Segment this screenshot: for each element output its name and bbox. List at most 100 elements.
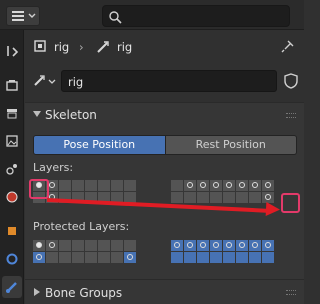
layer-toggle[interactable] — [85, 252, 97, 263]
layer-toggle[interactable] — [85, 180, 97, 191]
drag-grip-icon[interactable] — [286, 290, 296, 295]
armature-browse-icon — [34, 75, 56, 86]
editor-type-button[interactable] — [6, 6, 40, 26]
layer-toggle[interactable] — [124, 180, 136, 191]
layer-toggle[interactable] — [46, 252, 58, 263]
expand-caret-icon — [33, 111, 41, 117]
tab-modifiers[interactable] — [2, 248, 22, 270]
fake-user-shield-icon[interactable] — [281, 72, 301, 90]
context-data-name: rig — [117, 40, 133, 54]
layer-toggle[interactable] — [98, 180, 110, 191]
tab-world[interactable] — [2, 186, 22, 208]
layer-dot-icon — [213, 182, 219, 188]
layer-toggle[interactable] — [249, 252, 261, 263]
layer-dot-icon — [252, 242, 258, 248]
layer-toggle[interactable] — [197, 180, 209, 191]
rest-position-button[interactable]: Rest Position — [165, 135, 297, 155]
layer-toggle[interactable] — [33, 240, 45, 251]
layer-toggle[interactable] — [197, 240, 209, 251]
layer-dot-icon — [226, 182, 232, 188]
tab-tool[interactable] — [2, 40, 22, 62]
annotation-arrow-head — [265, 202, 281, 217]
layer-toggle[interactable] — [46, 240, 58, 251]
pose-position-button[interactable]: Pose Position — [33, 135, 166, 155]
layer-toggle[interactable] — [197, 252, 209, 263]
layer-toggle[interactable] — [184, 180, 196, 191]
armature-data-icon — [6, 282, 17, 293]
armature-browse-button[interactable] — [31, 70, 59, 92]
layer-toggle[interactable] — [85, 240, 97, 251]
layer-toggle[interactable] — [249, 192, 261, 203]
pin-icon[interactable] — [281, 39, 295, 53]
tab-output[interactable] — [2, 102, 22, 124]
layer-toggle[interactable] — [124, 240, 136, 251]
layer-toggle[interactable] — [262, 252, 274, 263]
layer-toggle[interactable] — [262, 240, 274, 251]
layer-toggle[interactable] — [236, 192, 248, 203]
layer-toggle[interactable] — [223, 252, 235, 263]
protected-layers-label: Protected Layers: — [33, 220, 130, 233]
layer-toggle[interactable] — [236, 240, 248, 251]
layer-toggle[interactable] — [197, 192, 209, 203]
layer-toggle[interactable] — [223, 180, 235, 191]
drag-grip-icon[interactable] — [286, 113, 296, 118]
layer-toggle[interactable] — [210, 252, 222, 263]
layer-toggle[interactable] — [223, 192, 235, 203]
layer-toggle[interactable] — [124, 252, 136, 263]
layer-toggle[interactable] — [223, 240, 235, 251]
layer-toggle[interactable] — [59, 252, 71, 263]
layer-toggle[interactable] — [72, 180, 84, 191]
scene-icon — [6, 164, 17, 175]
properties-tabs-sidebar — [0, 30, 24, 304]
bone-groups-panel[interactable]: Bone Groups — [25, 279, 304, 304]
layer-dot-icon — [200, 182, 206, 188]
layer-dot-icon — [239, 182, 245, 188]
layer-dot-icon — [252, 182, 258, 188]
layer-toggle[interactable] — [111, 240, 123, 251]
layer-toggle[interactable] — [111, 180, 123, 191]
layer-dot-icon — [213, 242, 219, 248]
layer-dot-icon — [265, 182, 271, 188]
layer-toggle[interactable] — [210, 240, 222, 251]
layer-toggle[interactable] — [210, 192, 222, 203]
skeleton-panel-header[interactable]: Skeleton — [25, 103, 304, 127]
datablock-selector: rig — [31, 70, 303, 92]
layer-dot-icon — [174, 242, 180, 248]
layer-dot-icon — [265, 194, 271, 200]
layer-toggle[interactable] — [249, 240, 261, 251]
layer-toggle[interactable] — [33, 252, 45, 263]
layer-dot-icon — [187, 182, 193, 188]
skeleton-panel-title: Skeleton — [45, 108, 97, 122]
layer-toggle[interactable] — [262, 180, 274, 191]
render-icon — [6, 80, 18, 91]
context-object-name: rig — [54, 40, 70, 54]
tab-view-layer[interactable] — [2, 130, 22, 152]
layer-toggle[interactable] — [184, 252, 196, 263]
tab-scene[interactable] — [2, 158, 22, 180]
armature-name-field[interactable]: rig — [61, 70, 277, 92]
tab-armature-data[interactable] — [2, 276, 22, 298]
layer-dot-icon — [200, 242, 206, 248]
layer-toggle[interactable] — [249, 180, 261, 191]
layer-toggle[interactable] — [236, 180, 248, 191]
search-input[interactable] — [102, 5, 290, 27]
search-icon — [109, 11, 122, 24]
layer-toggle[interactable] — [171, 240, 183, 251]
layer-toggle[interactable] — [171, 192, 183, 203]
layer-toggle[interactable] — [98, 252, 110, 263]
layer-toggle[interactable] — [59, 240, 71, 251]
pose-rest-toggle: Pose Position Rest Position — [33, 135, 297, 155]
layer-toggle[interactable] — [171, 252, 183, 263]
layer-toggle[interactable] — [72, 240, 84, 251]
layer-toggle[interactable] — [111, 252, 123, 263]
layer-toggle[interactable] — [72, 252, 84, 263]
layer-toggle[interactable] — [184, 240, 196, 251]
tab-object[interactable] — [2, 220, 22, 242]
layer-toggle[interactable] — [236, 252, 248, 263]
layer-toggle[interactable] — [171, 180, 183, 191]
layer-toggle[interactable] — [59, 180, 71, 191]
layer-toggle[interactable] — [210, 180, 222, 191]
layer-toggle[interactable] — [184, 192, 196, 203]
tab-render[interactable] — [2, 74, 22, 96]
layer-toggle[interactable] — [98, 240, 110, 251]
